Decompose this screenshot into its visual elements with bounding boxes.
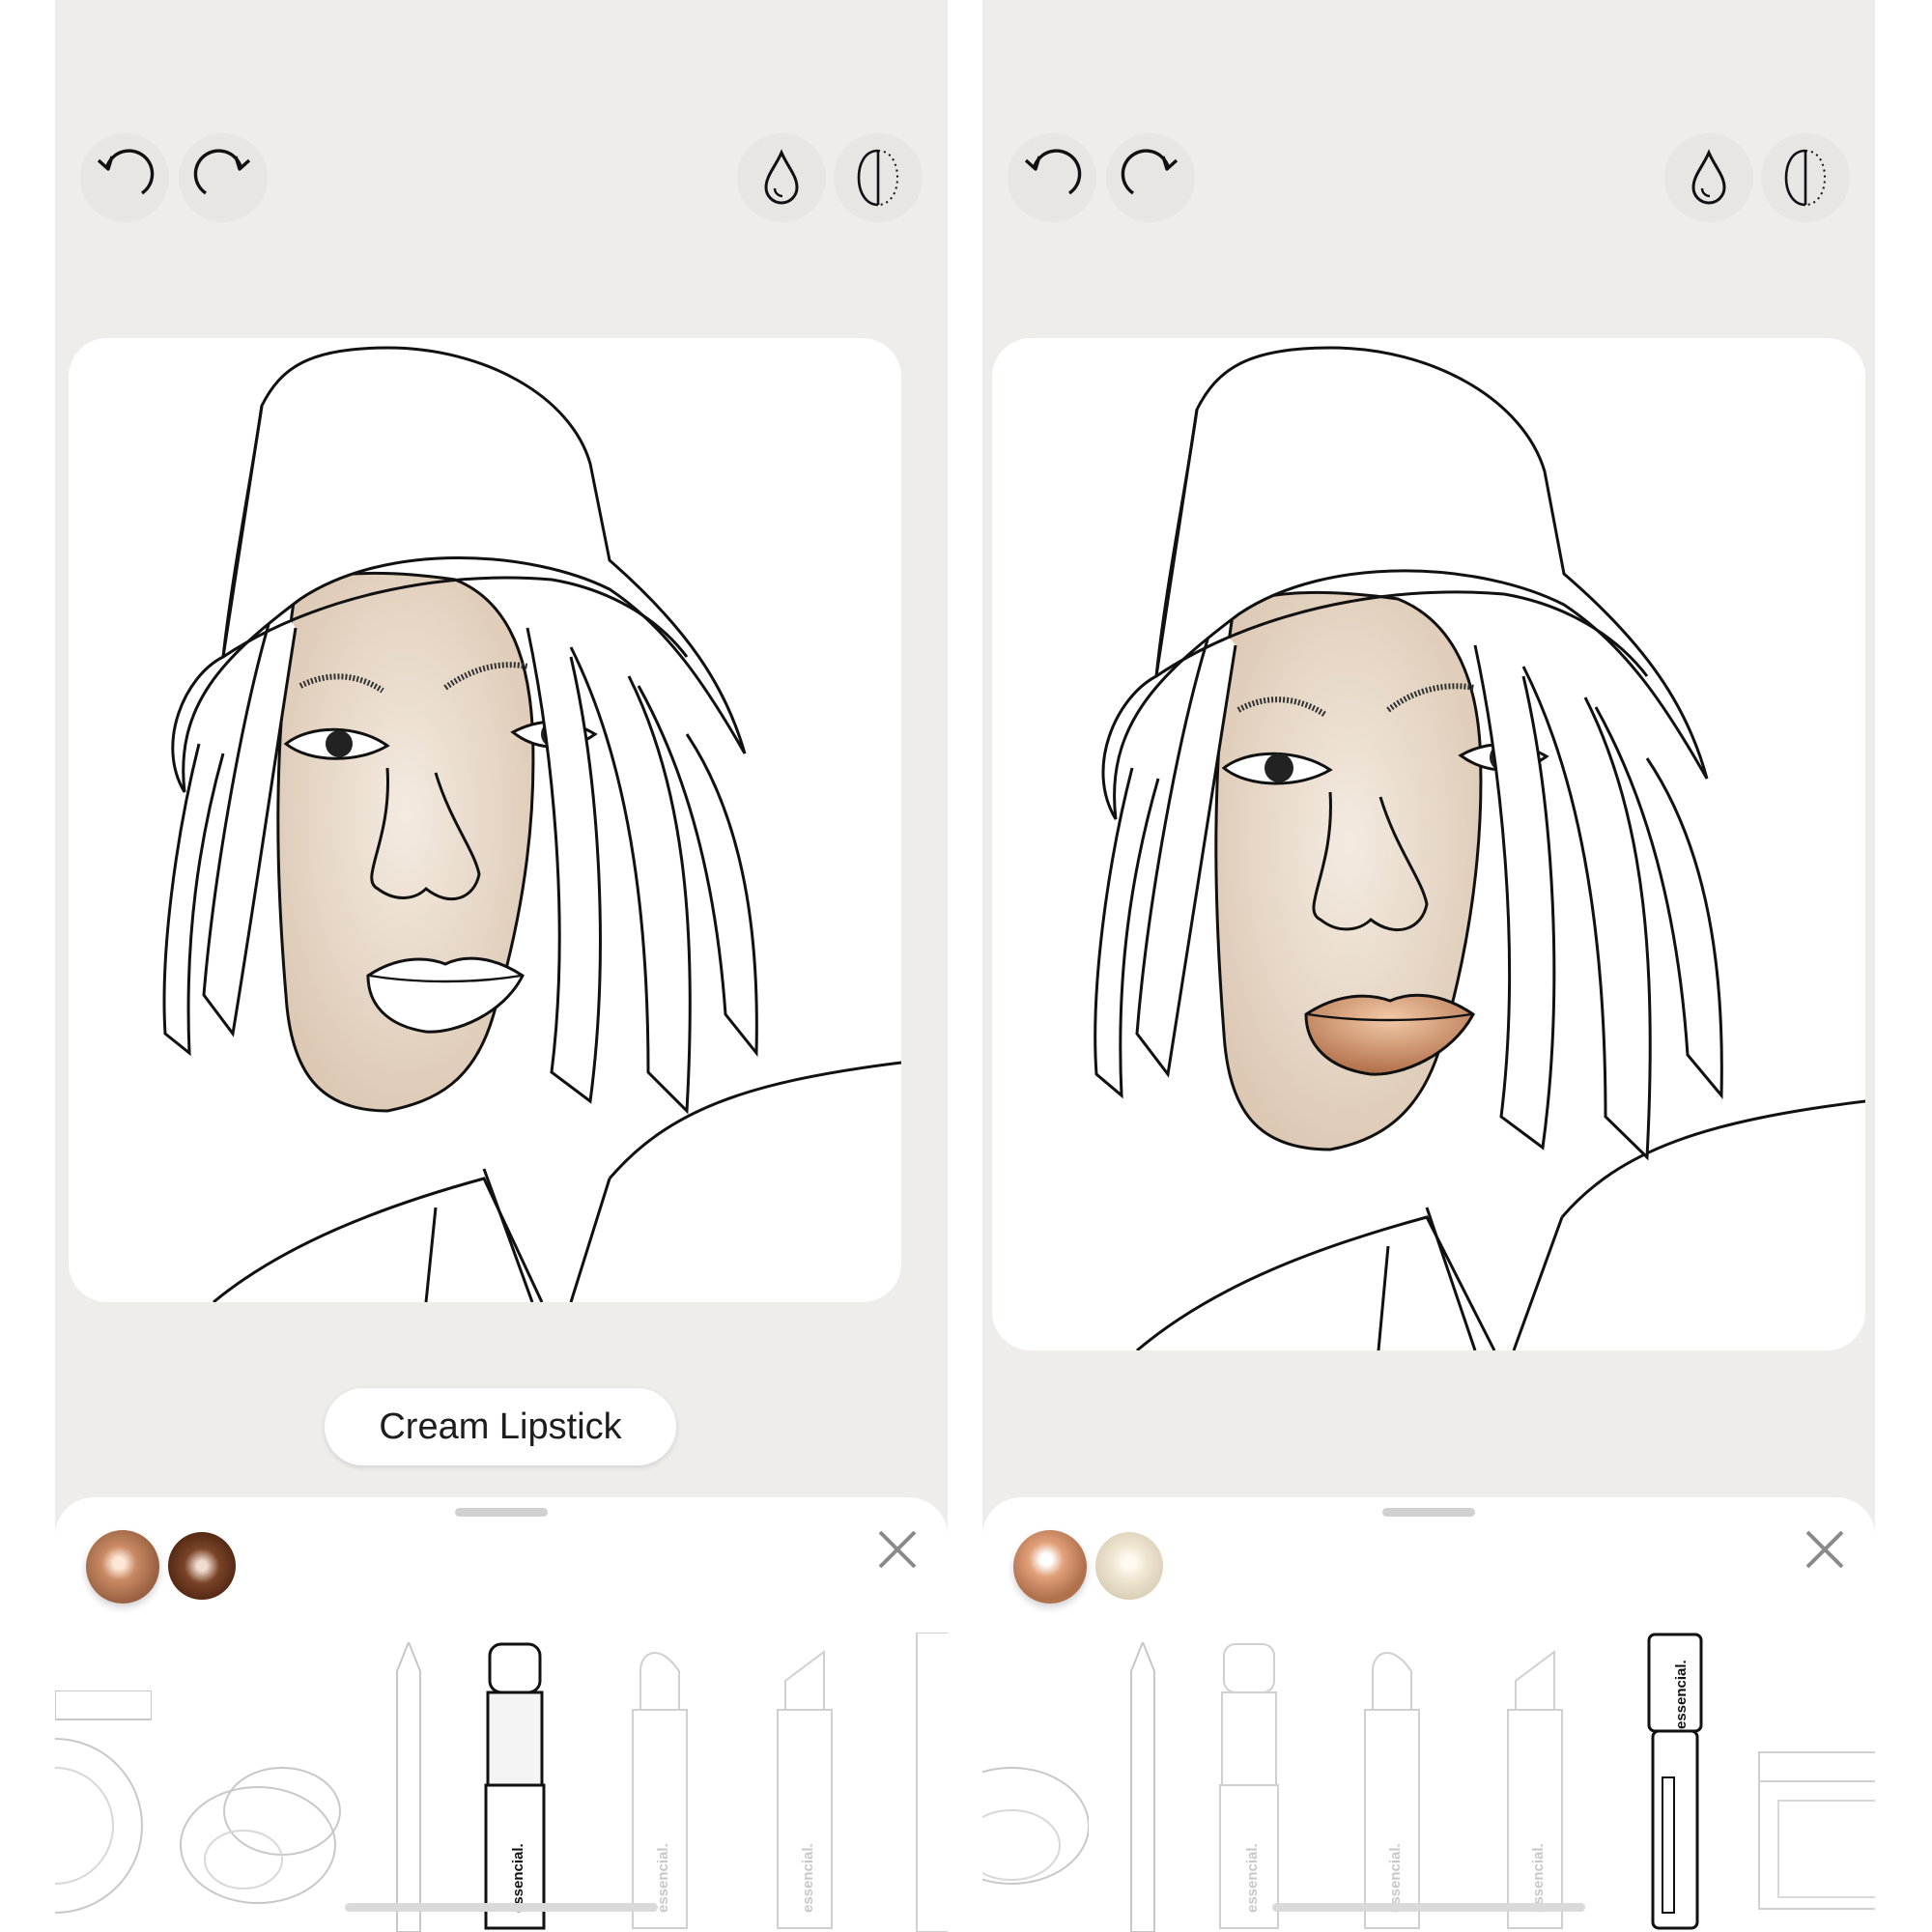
product-cream-lipstick[interactable]: essencial. — [480, 1642, 550, 1932]
product-cream-lipstick[interactable]: essencial. — [1214, 1642, 1284, 1932]
product-lip-balm-jar[interactable] — [982, 1739, 1089, 1913]
swatch-champagne-shimmer[interactable] — [1095, 1532, 1163, 1600]
product-slant-lipstick[interactable]: essencial. — [770, 1642, 839, 1932]
compare-button[interactable] — [834, 133, 923, 222]
product-scroll-indicator[interactable] — [345, 1903, 658, 1912]
redo-button[interactable] — [1106, 133, 1195, 222]
face-illustration — [1094, 346, 1865, 1350]
redo-button[interactable] — [179, 133, 268, 222]
intensity-button[interactable] — [737, 133, 826, 222]
product-name-pill[interactable]: Cream Lipstick — [325, 1388, 676, 1465]
product-compact[interactable] — [55, 1690, 152, 1932]
screen-right: essencial. essencial. essencial. essenci… — [982, 0, 1875, 1932]
swatch-brown-shimmer[interactable] — [168, 1532, 236, 1600]
product-bullet-lipstick[interactable]: essencial. — [1357, 1642, 1427, 1932]
redo-icon — [1121, 149, 1179, 195]
intensity-button[interactable] — [1664, 133, 1753, 222]
face-canvas[interactable] — [69, 338, 901, 1302]
close-icon[interactable] — [1800, 1524, 1850, 1575]
sheet-grabber[interactable] — [455, 1508, 548, 1517]
face-canvas[interactable] — [992, 338, 1865, 1350]
sheet-grabber[interactable] — [1382, 1508, 1475, 1517]
product-lip-gloss[interactable] — [911, 1633, 948, 1932]
product-palette[interactable] — [1755, 1748, 1875, 1913]
product-lip-liner[interactable] — [389, 1642, 428, 1932]
product-lip-gloss[interactable]: essencial. — [1645, 1633, 1705, 1932]
undo-icon — [1024, 149, 1082, 195]
product-slant-lipstick[interactable]: essencial. — [1500, 1642, 1570, 1932]
undo-icon — [97, 149, 155, 195]
compare-button[interactable] — [1761, 133, 1850, 222]
undo-button[interactable] — [1008, 133, 1096, 222]
undo-button[interactable] — [80, 133, 169, 222]
drop-icon — [764, 149, 799, 205]
product-sheet: essencial. essencial. essencial. — [55, 1497, 948, 1932]
svg-text:essencial.: essencial. — [800, 1843, 816, 1913]
product-scroll-indicator[interactable] — [1272, 1903, 1585, 1912]
svg-text:essencial.: essencial. — [1244, 1843, 1261, 1913]
product-lip-balm-jar[interactable] — [171, 1739, 345, 1913]
half-face-icon — [857, 149, 899, 207]
face-illustration — [162, 346, 901, 1302]
product-sheet: essencial. essencial. essencial. essenci… — [982, 1497, 1875, 1932]
redo-icon — [193, 149, 251, 195]
screen-left: Cream Lipstick essencial. essencial. ess… — [55, 0, 948, 1932]
svg-text:essencial.: essencial. — [1673, 1660, 1690, 1729]
product-bullet-lipstick[interactable]: essencial. — [625, 1642, 695, 1932]
half-face-icon — [1784, 149, 1827, 207]
swatch-copper-shimmer[interactable] — [1013, 1530, 1087, 1604]
product-lip-liner[interactable] — [1123, 1642, 1162, 1932]
close-icon[interactable] — [872, 1524, 923, 1575]
svg-text:essencial.: essencial. — [655, 1843, 671, 1913]
drop-icon — [1691, 149, 1726, 205]
swatch-copper-shimmer[interactable] — [86, 1530, 159, 1604]
